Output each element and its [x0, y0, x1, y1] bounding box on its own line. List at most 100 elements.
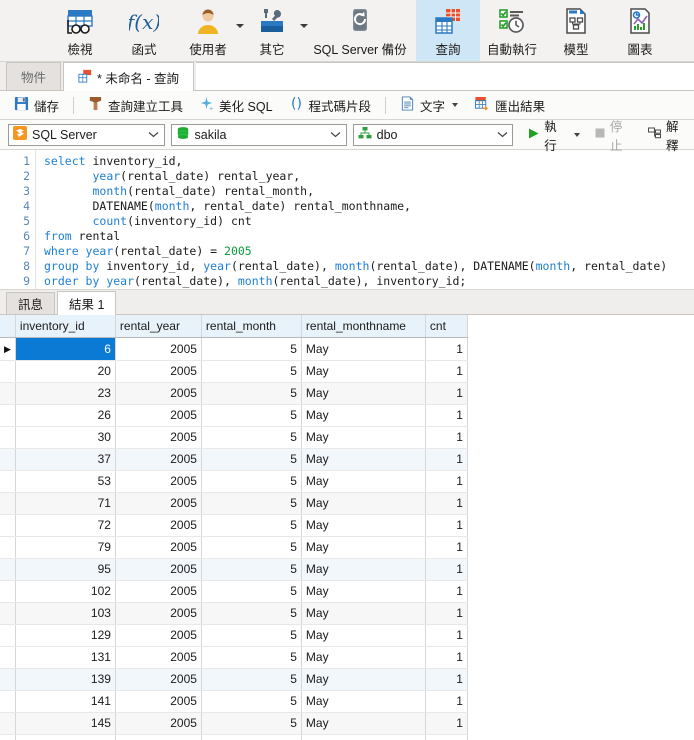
- grid-cell[interactable]: 1: [425, 448, 467, 470]
- grid-column-header[interactable]: rental_monthname: [301, 315, 425, 337]
- grid-column-header[interactable]: rental_month: [201, 315, 301, 337]
- grid-cell[interactable]: 1: [425, 492, 467, 514]
- sql-code-area[interactable]: select inventory_id, year(rental_date) r…: [36, 150, 694, 289]
- grid-cell[interactable]: 1: [425, 646, 467, 668]
- grid-cell[interactable]: 71: [15, 492, 115, 514]
- row-header-cell[interactable]: [0, 558, 15, 580]
- grid-cell[interactable]: 2005: [115, 602, 201, 624]
- grid-cell[interactable]: 2005: [115, 734, 201, 740]
- grid-cell[interactable]: 5: [201, 360, 301, 382]
- grid-cell[interactable]: 1: [425, 712, 467, 734]
- grid-cell[interactable]: 23: [15, 382, 115, 404]
- row-header-cell[interactable]: [0, 734, 15, 740]
- table-row[interactable]: 13120055May1: [0, 646, 467, 668]
- grid-cell[interactable]: 2005: [115, 514, 201, 536]
- table-row[interactable]: 13920055May1: [0, 668, 467, 690]
- chevron-down-icon[interactable]: [146, 131, 162, 138]
- driver-select[interactable]: SQL Server: [8, 124, 165, 146]
- grid-cell[interactable]: 102: [15, 580, 115, 602]
- table-row[interactable]: 14620055May1: [0, 734, 467, 740]
- grid-cell[interactable]: May: [301, 470, 425, 492]
- action-2[interactable]: 查詢建立工具: [82, 94, 189, 117]
- grid-cell[interactable]: May: [301, 624, 425, 646]
- result-tab-2[interactable]: 結果 1: [57, 291, 116, 315]
- grid-cell[interactable]: 5: [201, 492, 301, 514]
- grid-cell[interactable]: May: [301, 492, 425, 514]
- grid-cell[interactable]: 1: [425, 470, 467, 492]
- grid-cell[interactable]: 1: [425, 426, 467, 448]
- row-header-cell[interactable]: [0, 624, 15, 646]
- chevron-down-icon[interactable]: [494, 131, 510, 138]
- row-header-cell[interactable]: [0, 404, 15, 426]
- grid-cell[interactable]: 1: [425, 404, 467, 426]
- action-5[interactable]: 文字: [394, 94, 464, 117]
- grid-cell[interactable]: May: [301, 514, 425, 536]
- grid-cell[interactable]: 1: [425, 734, 467, 740]
- grid-cell[interactable]: May: [301, 382, 425, 404]
- grid-cell[interactable]: 1: [425, 360, 467, 382]
- grid-cell[interactable]: May: [301, 558, 425, 580]
- row-header-cell[interactable]: [0, 668, 15, 690]
- grid-cell[interactable]: 5: [201, 404, 301, 426]
- grid-cell[interactable]: 2005: [115, 536, 201, 558]
- grid-cell[interactable]: 1: [425, 337, 467, 360]
- ribbon-item-1[interactable]: 檢視: [48, 0, 112, 61]
- grid-cell[interactable]: 1: [425, 624, 467, 646]
- grid-cell[interactable]: 141: [15, 690, 115, 712]
- row-header-cell[interactable]: [0, 646, 15, 668]
- row-header-cell[interactable]: [0, 690, 15, 712]
- ribbon-item-3[interactable]: 使用者: [176, 0, 240, 61]
- grid-cell[interactable]: 1: [425, 514, 467, 536]
- grid-cell[interactable]: 131: [15, 646, 115, 668]
- grid-cell[interactable]: 5: [201, 712, 301, 734]
- grid-cell[interactable]: 2005: [115, 448, 201, 470]
- grid-cell[interactable]: 129: [15, 624, 115, 646]
- grid-cell[interactable]: 6: [15, 337, 115, 360]
- grid-cell[interactable]: May: [301, 360, 425, 382]
- grid-cell[interactable]: May: [301, 426, 425, 448]
- grid-cell[interactable]: May: [301, 690, 425, 712]
- grid-cell[interactable]: May: [301, 602, 425, 624]
- row-header-cell[interactable]: [0, 536, 15, 558]
- grid-cell[interactable]: 53: [15, 470, 115, 492]
- ribbon-item-9[interactable]: 圖表: [608, 0, 672, 61]
- database-select[interactable]: sakila: [171, 124, 347, 146]
- document-tab-1[interactable]: 物件: [6, 62, 61, 90]
- table-row[interactable]: 7920055May1: [0, 536, 467, 558]
- grid-cell[interactable]: 5: [201, 448, 301, 470]
- grid-cell[interactable]: 2005: [115, 492, 201, 514]
- chevron-down-icon[interactable]: [574, 133, 580, 137]
- grid-cell[interactable]: 95: [15, 558, 115, 580]
- row-header-cell[interactable]: [0, 360, 15, 382]
- row-header-cell[interactable]: [0, 426, 15, 448]
- row-header-cell[interactable]: ▶: [0, 337, 15, 360]
- table-row[interactable]: 9520055May1: [0, 558, 467, 580]
- grid-cell[interactable]: 2005: [115, 712, 201, 734]
- table-row[interactable]: 2620055May1: [0, 404, 467, 426]
- action-4[interactable]: ()程式碼片段: [283, 94, 378, 117]
- grid-cell[interactable]: 30: [15, 426, 115, 448]
- grid-cell[interactable]: 2005: [115, 624, 201, 646]
- row-header-cell[interactable]: [0, 382, 15, 404]
- grid-cell[interactable]: 5: [201, 602, 301, 624]
- grid-cell[interactable]: 2005: [115, 646, 201, 668]
- sql-editor[interactable]: 123456789 select inventory_id, year(rent…: [0, 150, 694, 290]
- document-tab-2[interactable]: * 未命名 - 查詢: [63, 62, 194, 91]
- grid-cell[interactable]: 5: [201, 646, 301, 668]
- grid-cell[interactable]: 2005: [115, 668, 201, 690]
- row-header-cell[interactable]: [0, 580, 15, 602]
- table-row[interactable]: 14120055May1: [0, 690, 467, 712]
- grid-cell[interactable]: 2005: [115, 404, 201, 426]
- grid-cell[interactable]: 72: [15, 514, 115, 536]
- grid-cell[interactable]: 5: [201, 580, 301, 602]
- grid-cell[interactable]: 2005: [115, 558, 201, 580]
- grid-cell[interactable]: 2005: [115, 580, 201, 602]
- ribbon-item-5[interactable]: SQL Server 備份: [304, 0, 416, 61]
- grid-cell[interactable]: 139: [15, 668, 115, 690]
- table-row[interactable]: 7220055May1: [0, 514, 467, 536]
- row-header-cell[interactable]: [0, 448, 15, 470]
- grid-cell[interactable]: May: [301, 646, 425, 668]
- table-row[interactable]: 2320055May1: [0, 382, 467, 404]
- ribbon-item-4[interactable]: 其它: [240, 0, 304, 61]
- grid-cell[interactable]: 5: [201, 382, 301, 404]
